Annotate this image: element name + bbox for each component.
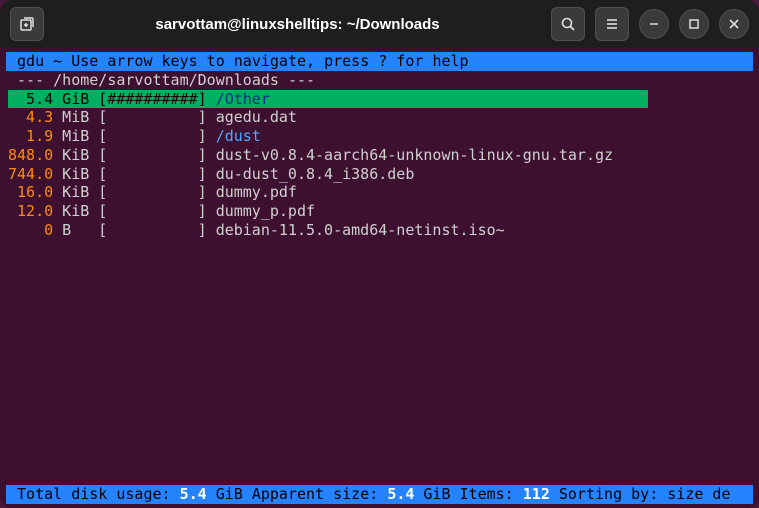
file-name: agedu.dat	[216, 108, 297, 127]
usage-bar: [ ]	[98, 108, 206, 127]
gdu-file-list[interactable]: 5.4 GiB[##########] /Other4.3 MiB[ ] age…	[6, 90, 753, 486]
file-name: debian-11.5.0-amd64-netinst.iso~	[216, 221, 505, 240]
file-size: 4.3	[8, 108, 53, 127]
list-item[interactable]: 1.9 MiB[ ] /dust	[8, 127, 751, 146]
file-name: dummy.pdf	[216, 183, 297, 202]
size-unit: KiB	[62, 165, 98, 184]
size-unit: KiB	[62, 183, 98, 202]
size-unit: MiB	[62, 127, 98, 146]
window-title: sarvottam@linuxshelltips: ~/Downloads	[52, 16, 543, 33]
usage-bar: [ ]	[98, 183, 206, 202]
gdu-footer: Total disk usage: 5.4 GiB Apparent size:…	[6, 485, 753, 504]
usage-bar: [##########]	[98, 90, 206, 109]
size-unit: B	[62, 221, 98, 240]
file-size: 12.0	[8, 202, 53, 221]
file-name: dust-v0.8.4-aarch64-unknown-linux-gnu.ta…	[216, 146, 613, 165]
file-name: du-dust_0.8.4_i386.deb	[216, 165, 415, 184]
search-button[interactable]	[551, 7, 585, 41]
gdu-breadcrumb: --- /home/sarvottam/Downloads ---	[6, 71, 753, 90]
usage-bar: [ ]	[98, 146, 206, 165]
size-unit: MiB	[62, 108, 98, 127]
file-name: /dust	[216, 127, 261, 146]
file-size: 1.9	[8, 127, 53, 146]
list-item[interactable]: 12.0 KiB[ ] dummy_p.pdf	[8, 202, 751, 221]
list-item[interactable]: 16.0 KiB[ ] dummy.pdf	[8, 183, 751, 202]
gdu-header: gdu ~ Use arrow keys to navigate, press …	[6, 52, 753, 71]
new-tab-button[interactable]	[10, 7, 44, 41]
list-item[interactable]: 848.0 KiB[ ] dust-v0.8.4-aarch64-unknown…	[8, 146, 751, 165]
menu-button[interactable]	[595, 7, 629, 41]
list-item[interactable]: 744.0 KiB[ ] du-dust_0.8.4_i386.deb	[8, 165, 751, 184]
usage-bar: [ ]	[98, 165, 206, 184]
terminal-content[interactable]: gdu ~ Use arrow keys to navigate, press …	[0, 48, 759, 508]
file-size: 16.0	[8, 183, 53, 202]
file-size: 848.0	[8, 146, 53, 165]
size-unit: GiB	[62, 90, 98, 109]
list-item[interactable]: 0 B [ ] debian-11.5.0-amd64-netinst.iso~	[8, 221, 751, 240]
file-name: dummy_p.pdf	[216, 202, 315, 221]
file-size: 5.4	[8, 90, 53, 109]
maximize-button[interactable]	[679, 9, 709, 39]
titlebar: sarvottam@linuxshelltips: ~/Downloads	[0, 0, 759, 48]
size-unit: KiB	[62, 202, 98, 221]
size-unit: KiB	[62, 146, 98, 165]
usage-bar: [ ]	[98, 127, 206, 146]
file-size: 0	[8, 221, 53, 240]
list-item[interactable]: 5.4 GiB[##########] /Other	[8, 90, 648, 109]
usage-bar: [ ]	[98, 221, 206, 240]
minimize-button[interactable]	[639, 9, 669, 39]
usage-bar: [ ]	[98, 202, 206, 221]
file-size: 744.0	[8, 165, 53, 184]
terminal-window: sarvottam@linuxshelltips: ~/Downloads	[0, 0, 759, 508]
close-button[interactable]	[719, 9, 749, 39]
list-item[interactable]: 4.3 MiB[ ] agedu.dat	[8, 108, 751, 127]
file-name: /Other	[216, 90, 270, 109]
